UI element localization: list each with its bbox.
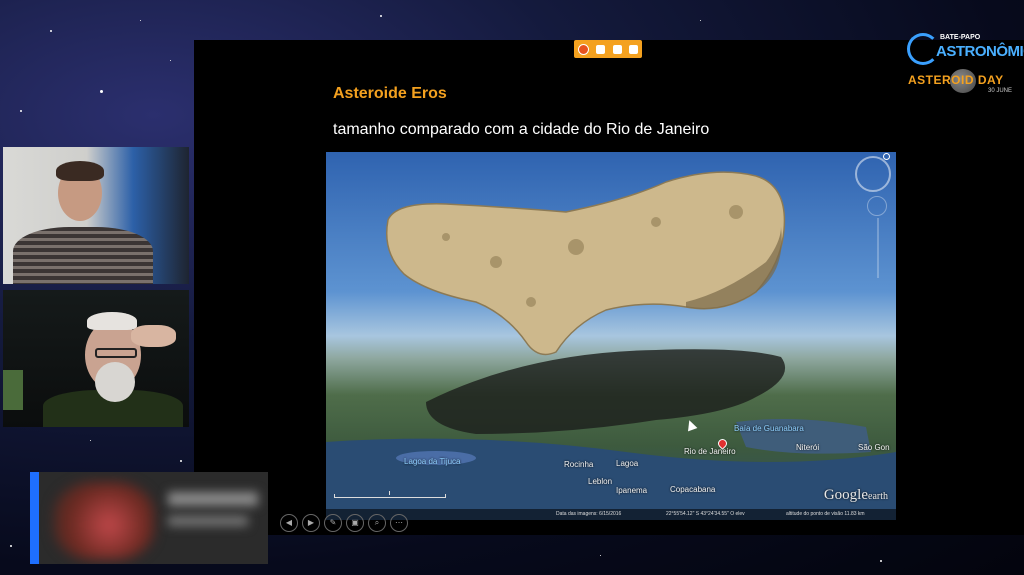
slide-subtitle: tamanho comparado com a cidade do Rio de…: [333, 121, 710, 138]
star: [100, 90, 103, 93]
webcam-presenter-2[interactable]: [3, 290, 189, 427]
map-label-baia: Baía de Guanabara: [734, 424, 804, 433]
map-label-copacabana: Copacabana: [670, 485, 716, 494]
look-control[interactable]: [867, 196, 887, 216]
map-label-sao-goncalo: São Gon: [858, 443, 890, 452]
person-hair: [56, 161, 104, 181]
google-earth-logo: Googleearth: [824, 487, 888, 504]
google-earth-image: Baía de Guanabara Niterói São Gon Rio de…: [326, 152, 896, 520]
logo-line1: BATE-PAPO: [940, 34, 981, 41]
next-slide-icon[interactable]: ▶: [302, 514, 320, 532]
crater: [651, 217, 661, 227]
star: [10, 545, 12, 547]
more-options-icon[interactable]: ⋯: [390, 514, 408, 532]
map-label-niteroi: Niterói: [796, 443, 820, 452]
crater: [568, 239, 584, 255]
star: [140, 20, 141, 21]
logo-line2: ASTRONÔMICO: [936, 43, 1024, 60]
share-icon[interactable]: [629, 44, 639, 54]
star: [50, 30, 52, 32]
slide-title: Asteroide Eros: [333, 85, 447, 102]
crater: [442, 233, 450, 241]
crater: [490, 256, 502, 268]
map-label-lagoa-tijuca: Lagoa da Tijuca: [404, 457, 461, 466]
previous-slide-icon[interactable]: ◀: [280, 514, 298, 532]
zoom-slider[interactable]: [877, 218, 879, 278]
star: [380, 15, 382, 17]
star: [20, 110, 22, 112]
firefox-icon[interactable]: [577, 43, 589, 55]
participant-accent-bar: [30, 472, 39, 564]
glasses: [95, 348, 137, 358]
star: [700, 20, 701, 21]
camera-icon[interactable]: [596, 44, 606, 54]
star: [180, 460, 182, 462]
person-body: [13, 227, 153, 284]
galaxy-swirl-icon: [907, 33, 939, 65]
participant-tile[interactable]: [30, 472, 268, 564]
participant-blurred-detail: [168, 516, 248, 526]
microphone-icon[interactable]: [612, 44, 622, 54]
scale-bar: [334, 491, 446, 498]
google-earth-logo-suffix: earth: [868, 491, 888, 502]
star: [170, 60, 171, 61]
participant-blurred-name: [168, 492, 258, 506]
map-coordinates: 22°55'54.12" S 43°24'34.55" O elev: [666, 511, 745, 517]
person-beard: [95, 362, 135, 402]
participant-blurred-face: [54, 482, 154, 560]
map-label-ipanema: Ipanema: [616, 486, 648, 495]
map-label-rio: Rio de Janeiro: [684, 447, 736, 456]
asteroid-day-label: ASTEROID DAY: [908, 73, 1004, 87]
crater: [526, 297, 536, 307]
asteroid-day-date: 30 JUNE: [988, 88, 1013, 94]
map-label-leblon: Leblon: [588, 477, 613, 486]
star: [90, 440, 91, 441]
star: [600, 555, 601, 556]
map-imagery-date: Data das imagens: 6/15/2016: [556, 511, 622, 517]
slides-grid-icon[interactable]: ▣: [346, 514, 364, 532]
background-object: [3, 370, 23, 410]
map-label-lagoa: Lagoa: [616, 459, 639, 468]
asteroid-shadow: [426, 349, 786, 434]
google-earth-logo-text: Google: [823, 487, 868, 503]
star: [880, 560, 882, 562]
crater: [729, 205, 743, 219]
north-indicator-icon[interactable]: [883, 153, 890, 160]
asteroid-eros: [386, 171, 786, 356]
zoom-icon[interactable]: ⌕: [368, 514, 386, 532]
pen-icon[interactable]: ✎: [324, 514, 342, 532]
bate-papo-astronomico-logo: BATE-PAPO ASTRONÔMICO ASTEROID DAY 30 JU…: [904, 30, 1024, 100]
map-label-rocinha: Rocinha: [564, 460, 594, 469]
map-status-bar: Data das imagens: 6/15/2016 22°55'54.12"…: [326, 509, 896, 520]
slide-controls: ◀ ▶ ✎ ▣ ⌕ ⋯: [280, 514, 408, 532]
webcam-presenter-1[interactable]: [3, 147, 189, 284]
compass-control[interactable]: [855, 156, 891, 192]
presenter-toolbar: [574, 40, 642, 58]
person-hair: [87, 312, 137, 330]
person-hand: [131, 325, 176, 347]
map-eye-altitude: altitude do ponto de visão 11.83 km: [786, 511, 865, 517]
